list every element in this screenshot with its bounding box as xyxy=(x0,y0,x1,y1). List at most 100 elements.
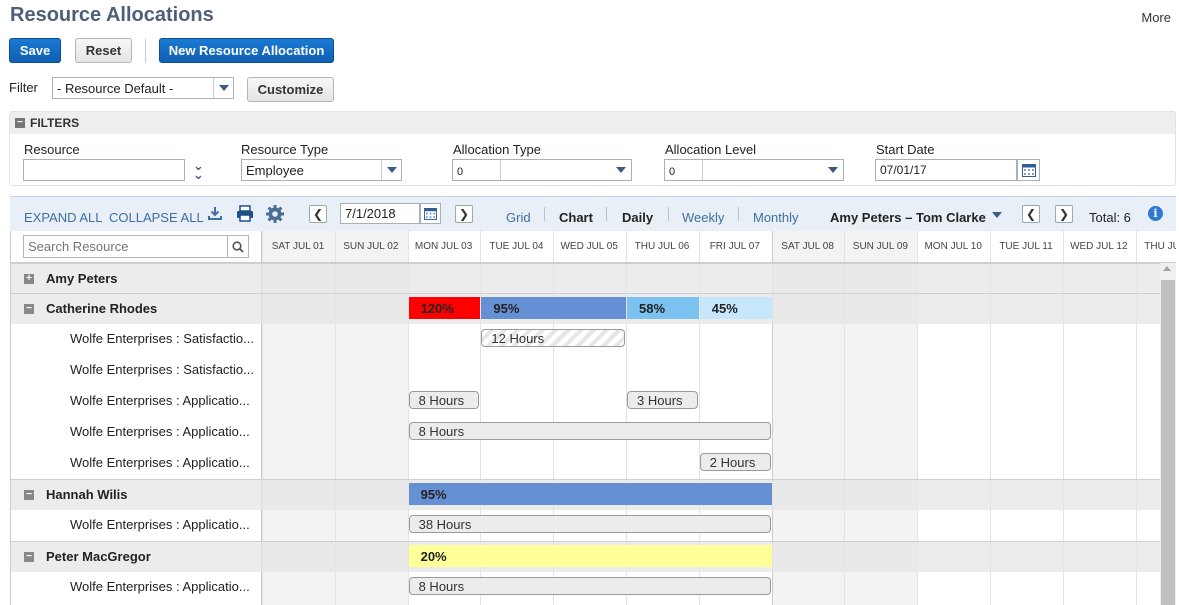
info-icon[interactable]: i xyxy=(1148,206,1163,221)
allocation-hours-pill[interactable]: 38 Hours xyxy=(408,515,771,533)
calendar-icon[interactable] xyxy=(1017,159,1040,181)
filter-label: Filter xyxy=(9,80,38,95)
project-name[interactable]: Wolfe Enterprises : Applicatio... xyxy=(70,393,250,408)
scroll-up-icon[interactable] xyxy=(1163,266,1171,271)
day-header: THU JUL 13 xyxy=(1144,241,1176,252)
period-daily-link[interactable]: Daily xyxy=(622,210,653,225)
chevron-down-icon[interactable] xyxy=(992,212,1002,218)
allocation-hours-pill[interactable]: 8 Hours xyxy=(408,422,771,440)
allocation-hours-pill[interactable]: 2 Hours xyxy=(699,453,771,471)
resource-group-row: + Amy Peters xyxy=(11,263,1161,294)
filters-heading: FILTERS xyxy=(30,116,80,130)
period-weekly-link[interactable]: Weekly xyxy=(682,210,724,225)
allocation-percent-bar[interactable]: 120% xyxy=(408,297,481,319)
project-name[interactable]: Wolfe Enterprises : Applicatio... xyxy=(70,517,250,532)
expand-icon[interactable]: + xyxy=(24,274,34,284)
resource-input[interactable] xyxy=(23,159,185,181)
allocation-hours-pill[interactable]: 8 Hours xyxy=(408,577,771,595)
reset-button[interactable]: Reset xyxy=(75,38,132,63)
day-header: SUN JUL 02 xyxy=(343,241,399,252)
resource-name[interactable]: Peter MacGregor xyxy=(46,549,151,564)
day-header: TUE JUL 04 xyxy=(489,241,544,252)
resource-name[interactable]: Amy Peters xyxy=(46,271,118,286)
allocation-level-label: Allocation Level xyxy=(665,142,757,157)
resource-label: Resource xyxy=(24,142,80,157)
allocation-type-value: 0 xyxy=(457,166,464,178)
allocation-percent-bar[interactable]: 20% xyxy=(408,545,772,567)
resource-name[interactable]: Catherine Rhodes xyxy=(46,301,157,316)
resource-range-select[interactable]: Amy Peters – Tom Clarke xyxy=(830,210,986,225)
previous-date-button[interactable]: ❮ xyxy=(309,205,327,223)
day-header: MON JUL 03 xyxy=(414,241,473,252)
allocation-level-select[interactable]: 0 xyxy=(664,159,844,181)
save-button[interactable]: Save xyxy=(9,38,61,63)
collapse-icon[interactable]: − xyxy=(24,490,34,500)
filters-header[interactable]: − FILTERS xyxy=(10,112,1175,134)
collapse-icon[interactable]: − xyxy=(24,552,34,562)
view-separator xyxy=(606,207,607,221)
resource-type-value: Employee xyxy=(246,162,304,178)
previous-page-button[interactable]: ❮ xyxy=(1022,205,1040,223)
new-resource-allocation-button[interactable]: New Resource Allocation xyxy=(159,38,334,63)
chart-date-input[interactable]: 7/1/2018 xyxy=(340,203,420,224)
next-page-button[interactable]: ❯ xyxy=(1055,205,1073,223)
allocation-percent-bar[interactable]: 58% xyxy=(627,297,699,319)
expand-all-link[interactable]: EXPAND ALL xyxy=(24,210,103,225)
view-separator xyxy=(738,207,739,221)
day-header: TUE JUL 11 xyxy=(999,241,1053,252)
allocation-type-select[interactable]: 0 xyxy=(452,159,632,181)
view-separator xyxy=(668,207,669,221)
header-divider xyxy=(10,262,1176,263)
search-resource-input[interactable] xyxy=(24,236,228,257)
day-header: SUN JUL 09 xyxy=(852,241,908,252)
field-divider xyxy=(702,160,703,180)
project-name[interactable]: Wolfe Enterprises : Satisfactio... xyxy=(70,331,254,346)
collapse-all-link[interactable]: COLLAPSE ALL xyxy=(109,210,204,225)
search-resource-field[interactable] xyxy=(23,235,249,258)
filter-select[interactable]: - Resource Default - xyxy=(52,77,234,99)
project-name[interactable]: Wolfe Enterprises : Applicatio... xyxy=(70,579,250,594)
day-header: FRI JUL 07 xyxy=(709,241,760,252)
resource-name[interactable]: Hannah Wilis xyxy=(46,487,128,502)
allocation-row: Wolfe Enterprises : Satisfactio... xyxy=(11,355,1161,386)
allocation-row: Wolfe Enterprises : Applicatio... xyxy=(11,386,1161,417)
resource-type-label: Resource Type xyxy=(241,142,329,157)
more-menu[interactable]: More xyxy=(1141,10,1171,25)
allocation-type-label: Allocation Type xyxy=(453,142,541,157)
project-name[interactable]: Wolfe Enterprises : Applicatio... xyxy=(70,455,250,470)
allocation-percent-bar[interactable]: 95% xyxy=(408,483,772,505)
project-name[interactable]: Wolfe Enterprises : Satisfactio... xyxy=(70,362,254,377)
allocation-hours-pill[interactable]: 8 Hours xyxy=(408,391,480,409)
download-icon[interactable] xyxy=(207,205,223,224)
collapse-icon[interactable]: − xyxy=(24,304,34,314)
field-divider xyxy=(500,160,501,180)
calendar-icon[interactable] xyxy=(420,203,441,224)
search-icon[interactable] xyxy=(227,236,248,257)
print-icon[interactable] xyxy=(236,205,254,225)
allocation-hours-pill[interactable]: 3 Hours xyxy=(627,391,698,409)
total-count: Total: 6 xyxy=(1089,210,1131,225)
chevron-down-icon xyxy=(823,160,843,180)
page-title: Resource Allocations xyxy=(10,4,214,26)
project-name[interactable]: Wolfe Enterprises : Applicatio... xyxy=(70,424,250,439)
allocation-percent-bar[interactable]: 45% xyxy=(699,297,772,319)
start-date-input[interactable]: 07/01/17 xyxy=(875,159,1017,181)
view-grid-link[interactable]: Grid xyxy=(506,210,531,225)
day-header: WED JUL 12 xyxy=(1070,241,1128,252)
allocation-hours-pill[interactable]: 12 Hours xyxy=(481,329,625,347)
period-monthly-link[interactable]: Monthly xyxy=(753,210,799,225)
start-date-label: Start Date xyxy=(876,142,935,157)
scrollbar-thumb[interactable] xyxy=(1161,280,1175,605)
view-separator xyxy=(544,207,545,221)
resource-type-select[interactable]: Employee xyxy=(241,159,402,181)
allocation-level-value: 0 xyxy=(669,166,676,178)
allocation-percent-bar[interactable]: 95% xyxy=(481,297,626,319)
next-date-button[interactable]: ❯ xyxy=(455,205,473,223)
customize-button[interactable]: Customize xyxy=(247,77,334,102)
allocation-row: Wolfe Enterprises : Applicatio... xyxy=(11,448,1161,479)
settings-icon[interactable] xyxy=(265,204,285,227)
collapse-icon[interactable]: − xyxy=(15,118,25,128)
multi-select-icon[interactable]: ⌄ ⌄ xyxy=(193,159,204,181)
chevron-down-icon xyxy=(213,78,233,98)
view-chart-link[interactable]: Chart xyxy=(559,210,593,225)
